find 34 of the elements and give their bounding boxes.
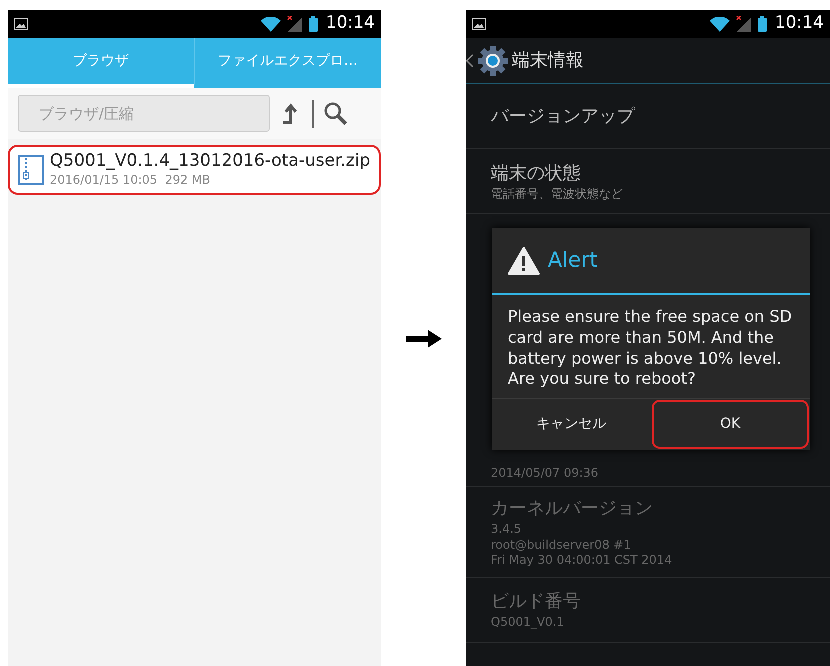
item-title: カーネルバージョン (491, 497, 654, 521)
file-details: 2016/01/15 10:05 292 MB (50, 172, 212, 190)
item-title: 端末の状態 (491, 162, 582, 186)
status-time: 10:14 (326, 12, 375, 36)
image-icon (472, 18, 486, 30)
item-subtitle: 2014/05/07 09:36 (491, 466, 600, 482)
signal-icon (736, 16, 752, 32)
back-caret-icon[interactable] (466, 54, 474, 68)
warning-icon (508, 246, 540, 274)
path-field[interactable]: ブラウザ/圧縮 (18, 95, 270, 132)
signal-icon (287, 16, 303, 32)
item-subtitle: 3.4.5 root@buildserver08 #1 Fri May 30 04:00:01 CST 2014 (491, 522, 674, 569)
settings-item[interactable]: 端末の状態 電話番号、電波状態など (466, 149, 830, 214)
file-name: Q5001_V0.1.4_13012016-ota-user.zip (50, 151, 370, 172)
dialog-title: Alert (548, 246, 598, 274)
settings-item[interactable]: バージョンアップ (466, 84, 830, 149)
battery-icon (758, 16, 767, 32)
dialog-button[interactable]: キャンセル (493, 400, 650, 450)
wifi-icon (710, 16, 730, 32)
item-subtitle: Q5001_V0.1 (491, 615, 566, 632)
dialog-message: Please ensure the free space on SD card are more than 50M. And the battery power is above 10% level. Are you sure to reboot? (507, 306, 794, 390)
item-title: ビルド番号 (491, 590, 582, 614)
item-subtitle: 電話番号、電波状態など (491, 186, 624, 202)
image-icon (14, 18, 28, 30)
battery-icon (309, 16, 318, 32)
dialog-button[interactable]: OK (652, 400, 809, 450)
search-icon[interactable] (324, 102, 348, 126)
right-arrow-icon (406, 330, 442, 348)
wifi-icon (261, 16, 281, 32)
screen-title: 端末情報 (512, 49, 584, 73)
status-time: 10:14 (775, 12, 824, 36)
zip-file-icon (18, 155, 44, 186)
file-row[interactable]: Q5001_V0.1.4_13012016-ota-user.zip 2016/01/15 10:05 292 MB (8, 145, 381, 196)
item-title: バージョンアップ (491, 104, 636, 128)
